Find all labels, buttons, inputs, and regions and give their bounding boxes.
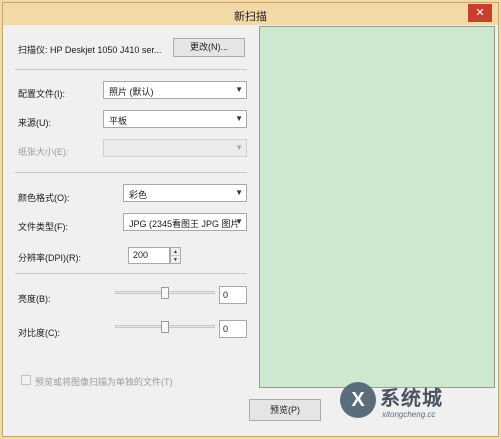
contrast-slider-thumb[interactable]: [161, 321, 169, 333]
chevron-down-icon: ▼: [235, 114, 243, 123]
preview-separate-checkbox[interactable]: [21, 375, 31, 385]
file-type-select[interactable]: JPG (2345看图王 JPG 图片 ▼: [123, 213, 247, 231]
watermark-text: 系统城: [380, 388, 443, 410]
watermark: X 系统城 xitongcheng.cc: [340, 378, 500, 438]
brightness-label: 亮度(B):: [18, 294, 51, 304]
chevron-down-icon: ▼: [235, 217, 243, 226]
source-label: 来源(U):: [18, 118, 51, 128]
paper-size-select: ▼: [103, 139, 247, 157]
contrast-label: 对比度(C):: [18, 328, 60, 338]
watermark-logo: X: [340, 382, 376, 418]
profile-label: 配置文件(I):: [18, 89, 65, 99]
chevron-down-icon: ▼: [235, 188, 243, 197]
scanner-label: 扫描仪: HP Deskjet 1050 J410 ser...: [18, 45, 162, 55]
brightness-slider-thumb[interactable]: [161, 287, 169, 299]
spin-down-icon[interactable]: ▼: [171, 256, 180, 264]
watermark-url: xitongcheng.cc: [382, 410, 436, 419]
source-select[interactable]: 平板 ▼: [103, 110, 247, 128]
file-type-label: 文件类型(F):: [18, 222, 68, 232]
preview-separate-label: 预览或将图像扫描为单独的文件(T): [35, 377, 173, 387]
separator: [15, 273, 247, 274]
file-type-value: JPG (2345看图王 JPG 图片: [129, 219, 240, 229]
separator: [15, 172, 247, 173]
chevron-down-icon: ▼: [235, 143, 243, 152]
separator: [15, 69, 247, 70]
source-value: 平板: [109, 116, 128, 126]
contrast-input[interactable]: 0: [219, 320, 247, 338]
color-format-label: 颜色格式(O):: [18, 193, 70, 203]
resolution-spinner[interactable]: ▲ ▼: [170, 247, 181, 264]
spin-up-icon[interactable]: ▲: [171, 248, 180, 256]
color-format-select[interactable]: 彩色 ▼: [123, 184, 247, 202]
profile-select[interactable]: 照片 (默认) ▼: [103, 81, 247, 99]
resolution-label: 分辨率(DPI)(R):: [18, 253, 81, 263]
paper-size-label: 纸张大小(E):: [18, 147, 69, 157]
preview-button[interactable]: 预览(P): [249, 399, 321, 421]
close-button[interactable]: ✕: [468, 4, 492, 22]
window-title: 新扫描: [234, 11, 267, 23]
preview-area: [259, 26, 495, 388]
profile-value: 照片 (默认): [109, 87, 154, 97]
title-bar: 新扫描 ✕: [3, 3, 498, 25]
new-scan-window: 新扫描 ✕ 扫描仪: HP Deskjet 1050 J410 ser... 更…: [2, 2, 499, 437]
color-format-value: 彩色: [129, 190, 148, 200]
change-scanner-button[interactable]: 更改(N)...: [173, 38, 245, 57]
brightness-input[interactable]: 0: [219, 286, 247, 304]
chevron-down-icon: ▼: [235, 85, 243, 94]
resolution-input[interactable]: 200: [128, 247, 170, 264]
